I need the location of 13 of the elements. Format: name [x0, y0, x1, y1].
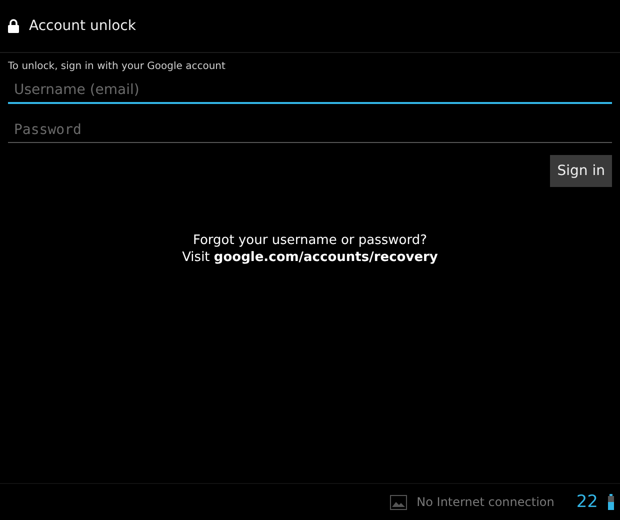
clock-time: 22 [576, 492, 598, 512]
password-field[interactable]: Password [8, 118, 612, 143]
sign-in-button[interactable]: Sign in [550, 155, 612, 187]
dialog-title: Account unlock [29, 18, 136, 34]
help-text: Visit google.com/accounts/recovery [182, 250, 438, 265]
battery-icon [608, 494, 614, 510]
image-icon [390, 494, 407, 510]
recovery-link[interactable]: google.com/accounts/recovery [214, 250, 438, 265]
notification-text: No Internet connection [416, 495, 554, 509]
help-question: Forgot your username or password? [192, 233, 428, 248]
instruction-text: To unlock, sign in with your Google account [8, 61, 226, 72]
lock-icon [8, 19, 19, 33]
username-field[interactable]: Username (email) [8, 78, 612, 104]
